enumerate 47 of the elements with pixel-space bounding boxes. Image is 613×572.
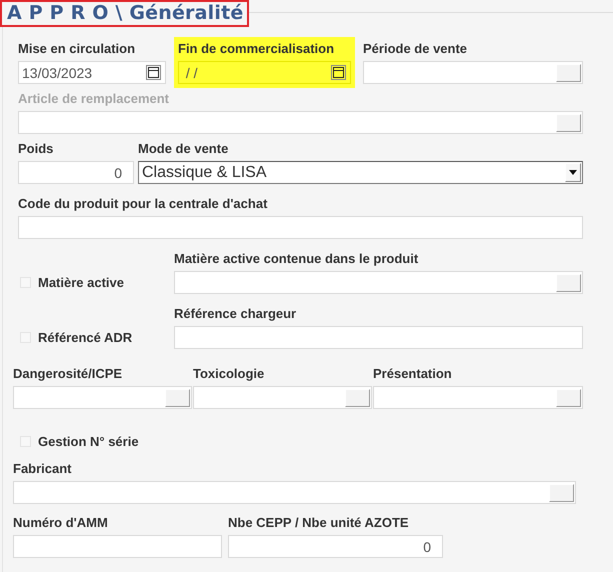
checkbox-label: Gestion N° série xyxy=(38,434,139,449)
date-field[interactable]: 13/03/2023 xyxy=(18,61,166,84)
field-value: 0 xyxy=(422,538,432,554)
field-label: Nbe CEPP / Nbe unité AZOTE xyxy=(228,515,409,530)
field-label: Référence chargeur xyxy=(174,306,296,321)
field-value: 13/03/2023 xyxy=(22,64,94,80)
field-label: Dangerosité/ICPE xyxy=(13,366,122,381)
field-label: Présentation xyxy=(373,366,452,381)
field-label: Matière active contenue dans le produit xyxy=(174,251,418,266)
field-label: Fin de commercialisation xyxy=(178,41,334,56)
field-label: Mise en circulation xyxy=(18,41,136,56)
checkbox-label: Matière active xyxy=(38,275,124,290)
checkbox-label: Référencé ADR xyxy=(38,330,132,345)
input-field[interactable] xyxy=(18,216,583,239)
caret-icon[interactable] xyxy=(565,163,581,182)
field-label: Mode de vente xyxy=(138,141,228,156)
lookup-field[interactable] xyxy=(363,61,583,84)
input-field[interactable] xyxy=(174,326,583,349)
field-label: Période de vente xyxy=(363,41,468,56)
section-title: A P P R O \ Généralité xyxy=(0,0,250,27)
lookup-field[interactable] xyxy=(13,386,192,409)
lookup-button[interactable] xyxy=(345,389,370,407)
dropdown[interactable]: Classique & LISA xyxy=(138,161,583,184)
number-field[interactable]: 0 xyxy=(228,535,443,558)
field-value: / / xyxy=(184,64,199,80)
lookup-button[interactable] xyxy=(556,389,581,407)
lookup-button[interactable] xyxy=(556,274,581,292)
field-label: Numéro d'AMM xyxy=(13,515,108,530)
field-value: 0 xyxy=(113,164,123,180)
input-field[interactable] xyxy=(13,535,222,558)
field-value: Classique & LISA xyxy=(142,164,268,182)
lookup-field[interactable] xyxy=(174,271,583,294)
lookup-button[interactable] xyxy=(556,64,581,82)
field-label: Toxicologie xyxy=(193,366,264,381)
lookup-field[interactable] xyxy=(373,386,583,409)
calendar-icon[interactable] xyxy=(331,65,346,80)
field-label: Fabricant xyxy=(13,461,72,476)
field-label: Poids xyxy=(18,141,54,156)
number-field[interactable]: 0 xyxy=(18,161,134,184)
lookup-field[interactable] xyxy=(193,386,372,409)
date-field[interactable]: / / xyxy=(178,61,351,84)
lookup-button[interactable] xyxy=(165,389,190,407)
field-label: Code du produit pour la centrale d'achat xyxy=(18,196,268,211)
lookup-field[interactable] xyxy=(13,481,576,504)
calendar-icon[interactable] xyxy=(146,65,161,80)
field-label: Article de remplacement xyxy=(18,91,170,106)
lookup-button[interactable] xyxy=(549,484,574,502)
